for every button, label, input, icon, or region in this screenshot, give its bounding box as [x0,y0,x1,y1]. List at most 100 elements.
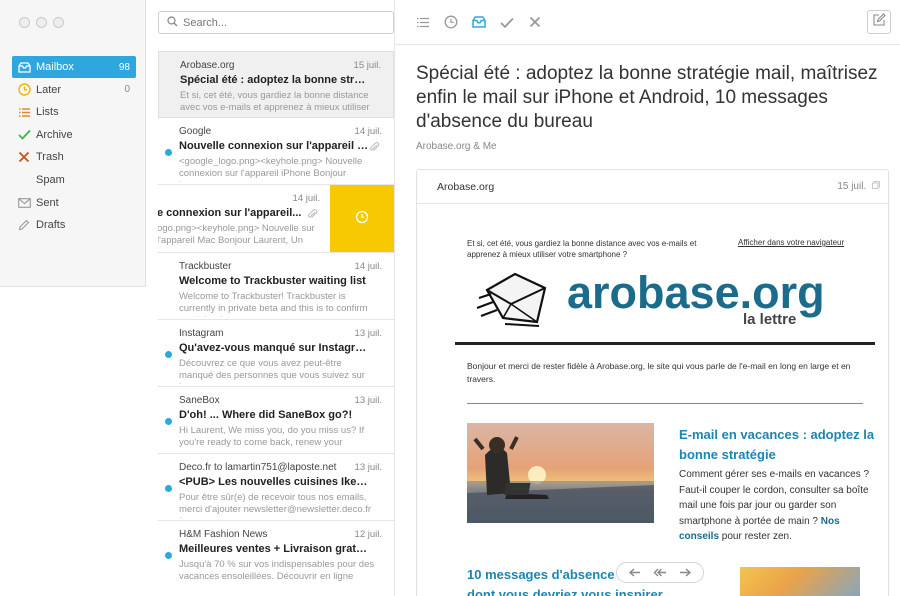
close-window-button[interactable] [19,17,30,28]
article-title[interactable]: E-mail en vacances : adoptez la bonne st… [679,425,875,465]
card-date-text: 15 juil. [837,181,867,193]
clock-icon [355,210,369,229]
message-subject: D'oh! ... Where did SaneBox go?! [179,409,353,421]
reply-icon[interactable] [628,564,641,582]
x-icon[interactable] [527,14,543,30]
message-subject: Nouvelle connexion sur l'appareil i... [179,140,369,152]
card-date: 15 juil. [837,181,880,192]
article2-photo[interactable] [740,567,860,596]
mailbox-icon[interactable] [471,14,487,30]
sidebar: Mailbox 98 Later 0 Lists Archive Trash S… [0,0,146,287]
list-item[interactable]: H&M Fashion News 12 juil. Meilleures ven… [158,521,394,596]
list-item[interactable]: Trackbuster 14 juil. Welcome to Trackbus… [158,253,394,320]
later-count: 0 [124,84,130,96]
article-photo[interactable] [467,423,654,523]
x-icon [17,150,31,164]
list-icon [17,105,31,119]
list-icon[interactable] [415,14,431,30]
list-item[interactable]: SaneBox 13 juil. D'oh! ... Where did San… [158,387,394,454]
message-preview: Jusqu'à 70 % sur vos indispensables pour… [179,559,375,582]
compose-button[interactable] [867,10,891,34]
message-sender: H&M Fashion News [179,529,268,540]
preheader-text: Et si, cet été, vous gardiez la bonne di… [467,239,697,259]
article2-title-line1[interactable]: 10 messages d'absence [467,567,615,582]
minimize-window-button[interactable] [36,17,47,28]
message-participants: Arobase.org & Me [416,141,497,152]
sidebar-item-label: Lists [36,106,59,119]
list-item-swiped[interactable]: 14 juil. e connexion sur l'appareil... o… [158,185,394,253]
message-preview: <google_logo.png><keyhole.png> Nouvelle … [179,156,363,182]
search-box[interactable] [158,11,394,34]
list-item[interactable]: Deco.fr to lamartin751@laposte.net 13 ju… [158,454,394,521]
message-sender: Instagram [179,328,224,339]
divider [467,403,863,404]
snooze-later-action[interactable] [330,185,394,252]
sidebar-item-label: Sent [36,196,59,209]
unread-dot [165,149,172,156]
sidebar-item-spam[interactable]: Spam [12,169,136,191]
sidebar-item-mailbox[interactable]: Mailbox 98 [12,56,136,78]
unread-dot [165,351,172,358]
sidebar-nav: Mailbox 98 Later 0 Lists Archive Trash S… [12,56,136,237]
sidebar-item-lists[interactable]: Lists [12,101,136,123]
unread-dot [165,552,172,559]
pencil-icon [17,218,31,232]
message-date: 15 juil. [353,60,381,71]
message-date: 14 juil. [354,261,382,272]
message-preview: Découvrez ce que vous avez peut-être man… [179,358,365,384]
intro-text: Bonjour et merci de rester fidèle à Arob… [467,361,851,384]
message-subject: Welcome to Trackbuster waiting list [179,275,366,287]
sidebar-item-archive[interactable]: Archive [12,124,136,146]
check-icon [17,128,31,142]
envelope-logo-icon [475,268,555,333]
reader-toolbar [395,0,900,45]
sidebar-item-sent[interactable]: Sent [12,192,136,214]
zoom-window-button[interactable] [53,17,64,28]
message-sender: Google [179,126,212,137]
logo-subtitle: la lettre [743,311,797,328]
message-preview: ogo.png><keyhole.png> Nouvelle sur l'app… [158,223,315,246]
sidebar-item-trash[interactable]: Trash [12,146,136,168]
forward-icon[interactable] [679,564,692,582]
compose-icon [872,12,886,32]
mailbox-count: 98 [118,61,130,73]
article-text-part: Comment gérer ses e-mails en vacances ? … [679,469,870,527]
message-date: 14 juil. [292,193,320,204]
message-subject: <PUB> Les nouvelles cuisines Ikea, le... [179,476,369,488]
message-subject: Meilleures ventes + Livraison gratuite,.… [179,543,369,555]
search-icon [167,14,178,32]
message-sender: Trackbuster [179,261,232,272]
list-item[interactable]: Arobase.org 15 juil. Spécial été : adopt… [158,51,394,118]
list-item[interactable]: Instagram 13 juil. Qu'avez-vous manqué s… [158,320,394,387]
message-sender: Deco.fr to lamartin751@laposte.net [179,462,337,473]
message-preview: Et si, cet été, vous gardiez la bonne di… [180,90,370,113]
view-in-browser-link[interactable]: Afficher dans votre navigateur [738,238,844,247]
message-card: Arobase.org 15 juil. Et si, cet été, vou… [416,169,889,596]
message-date: 14 juil. [354,126,382,137]
check-icon[interactable] [499,14,515,30]
message-subject: e connexion sur l'appareil... [158,207,302,219]
clock-icon[interactable] [443,14,459,30]
message-sender: Arobase.org [180,60,235,71]
sidebar-item-label: Later [36,83,62,96]
message-preview: Pour être sûr(e) de recevoir tous nos em… [179,492,372,518]
sidebar-item-label: Spam [36,173,65,186]
divider [455,342,875,345]
unread-dot [165,485,172,492]
article2-title-line2[interactable]: dont vous devriez vous inspirer [467,587,663,596]
reply-toolbar [616,562,704,583]
search-input[interactable] [183,16,383,29]
message-preview: Hi Laurent, We miss you, do you miss us?… [179,425,365,448]
reply-all-icon[interactable] [653,564,667,582]
message-subject: Qu'avez-vous manqué sur Instagram c... [179,342,369,354]
sidebar-item-label: Trash [36,151,64,164]
article-text: Comment gérer ses e-mails en vacances ? … [679,467,875,545]
message-date: 12 juil. [354,529,382,540]
copy-icon[interactable] [872,181,880,192]
message-preview: Welcome to Trackbuster! Trackbuster is c… [179,291,368,317]
mailbox-app: Mailbox 98 Later 0 Lists Archive Trash S… [0,0,900,596]
list-item[interactable]: Google 14 juil. Nouvelle connexion sur l… [158,118,394,185]
sidebar-item-later[interactable]: Later 0 [12,79,136,101]
reading-pane: Spécial été : adoptez la bonne stratégie… [394,0,900,596]
sidebar-item-drafts[interactable]: Drafts [12,214,136,236]
